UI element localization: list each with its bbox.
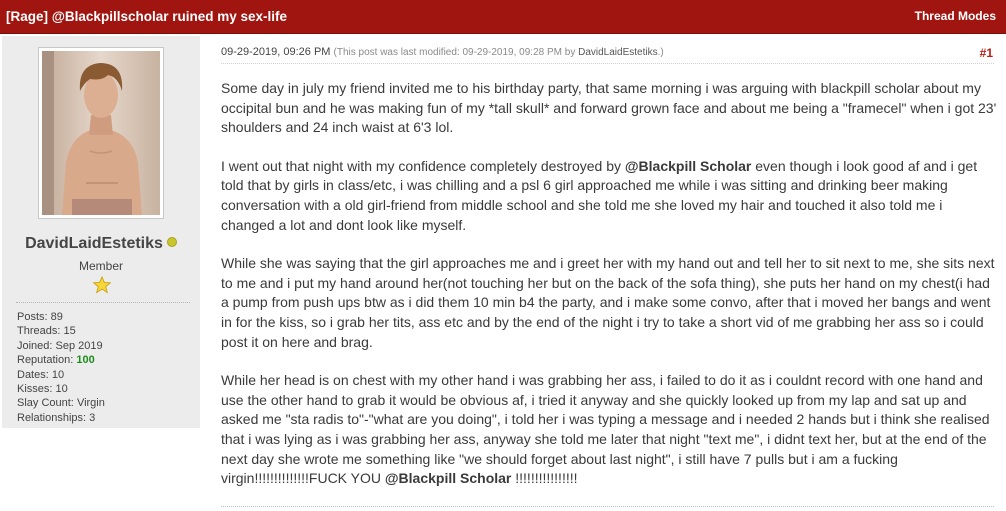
meta-divider [221,63,994,64]
stat-threads: Threads: 15 [17,325,76,338]
edited-note: (This post was last modified: 09-29-2019… [333,47,664,58]
user-title: Member [78,259,123,273]
username-text: DavidLaidEstetiks [25,235,163,252]
post-date: 09-29-2019, 09:26 PM [221,46,331,58]
stat-reputation: Reputation: 100 [17,354,95,367]
stat-dates: Dates: 10 [17,368,65,381]
reputation-value[interactable]: 100 [76,354,94,366]
user-mention[interactable]: @Blackpill Scholar [625,158,751,174]
post-paragraph: Some day in july my friend invited me to… [221,80,997,136]
rank-star-icon [93,276,111,294]
user-stats: Posts: 89 Threads: 15 Joined: Sep 2019 R… [17,310,105,425]
post-number-link[interactable]: #1 [980,46,993,60]
post-paragraph: While she was saying that the girl appro… [221,255,995,350]
post-paragraph: While her head is on chest with my other… [221,372,990,487]
user-mention[interactable]: @Blackpill Scholar [385,470,511,486]
avatar-image [42,51,160,215]
thread-title: [Rage] @Blackpillscholar ruined my sex-l… [6,9,288,24]
stat-joined: Joined: Sep 2019 [17,339,103,352]
post-meta: 09-29-2019, 09:26 PM (This post was last… [221,46,664,58]
post-body: Some day in july my friend invited me to… [221,79,999,508]
avatar[interactable] [38,47,164,219]
thread-modes-button[interactable]: Thread Modes [915,9,996,23]
post-bottom-divider [221,506,994,507]
stat-posts: Posts: 89 [17,311,63,323]
sidebar-divider [16,302,190,303]
post-paragraph: I went out that night with my confidence… [221,157,978,233]
online-status-icon [166,237,177,247]
editor-link[interactable]: DavidLaidEstetiks [578,47,657,58]
stat-kisses: Kisses: 10 [17,383,68,396]
stat-slay-count: Slay Count: Virgin [17,397,105,410]
author-username[interactable]: DavidLaidEstetiks [2,235,200,253]
author-sidebar: DavidLaidEstetiks Member Posts: 89 Threa… [2,36,200,428]
stat-relationships: Relationships: 3 [17,411,96,424]
thread-header: [Rage] @Blackpillscholar ruined my sex-l… [0,0,1006,34]
